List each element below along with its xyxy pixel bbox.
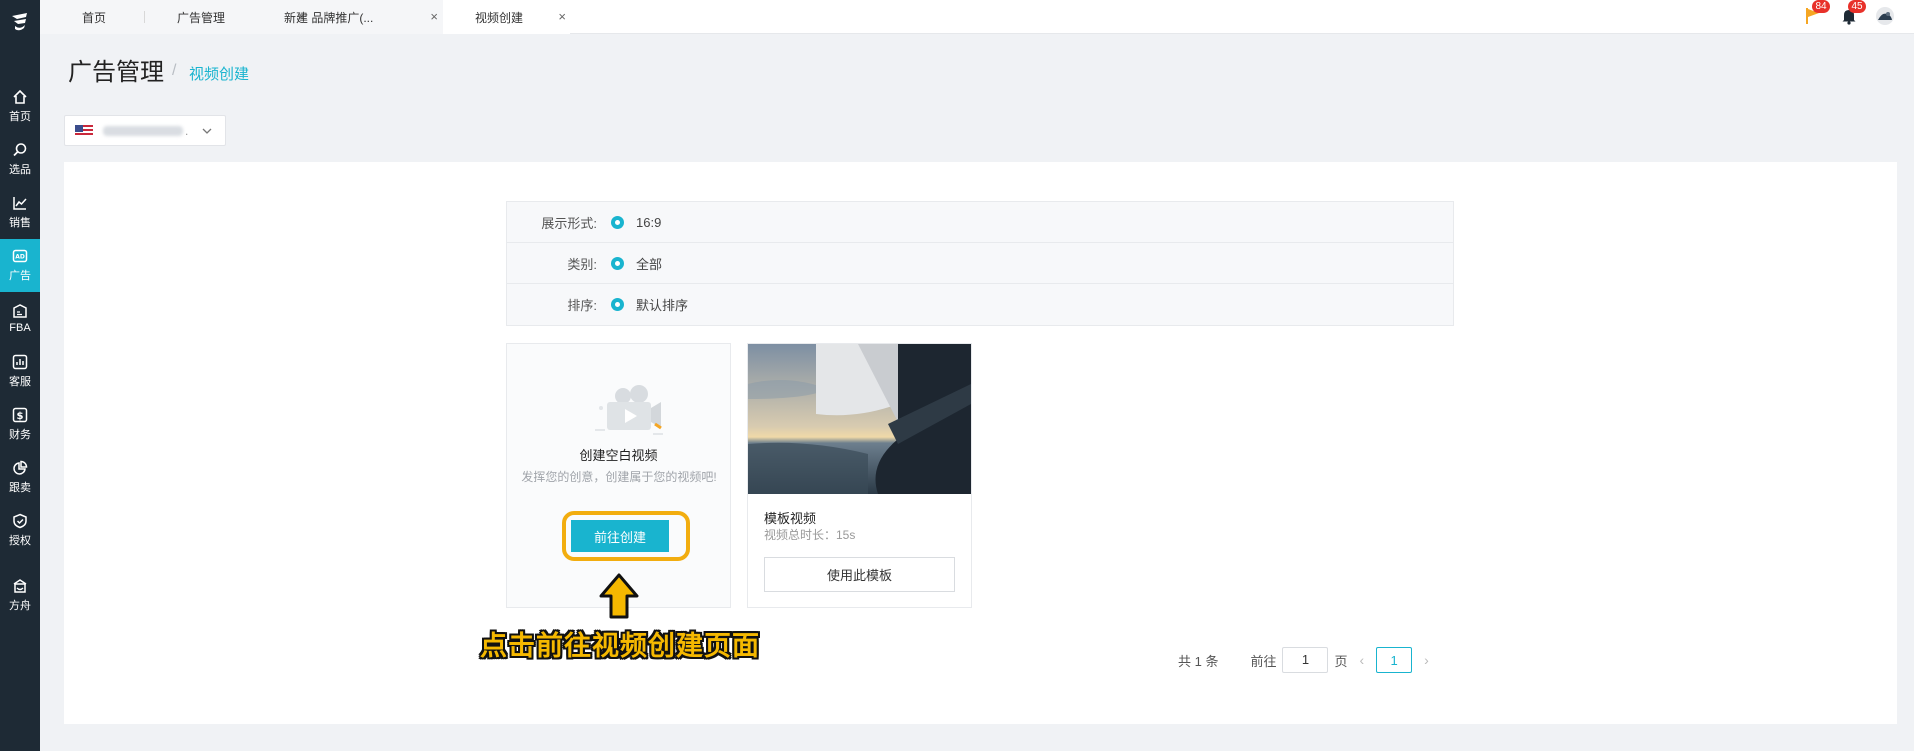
annotation-text: 点击前往视频创建页面 bbox=[480, 631, 760, 662]
bar-chart-icon bbox=[12, 354, 28, 370]
ad-icon: AD bbox=[12, 249, 28, 263]
filter-label: 展示形式: bbox=[541, 215, 597, 231]
template-card-duration: 视频总时长：15s bbox=[764, 528, 856, 542]
filter-value[interactable]: 16:9 bbox=[636, 215, 661, 230]
sidebar-item-ads[interactable]: AD 广告 bbox=[0, 239, 40, 292]
sidebar-item-label: 授权 bbox=[9, 535, 31, 547]
blank-card-description: 发挥您的创意，创建属于您的视频吧! bbox=[521, 470, 717, 484]
tab-bar: 首页 广告管理 × 新建 品牌推广(... × 视频创建 × 84 45 bbox=[40, 0, 1914, 34]
header-actions: 84 45 bbox=[1802, 0, 1896, 28]
template-card-title: 模板视频 bbox=[764, 511, 817, 526]
filter-box: 展示形式: 16:9 类别: 全部 排序: 默认排序 bbox=[506, 201, 1454, 326]
tab-label: 新建 品牌推广(... bbox=[284, 10, 374, 25]
app-logo[interactable] bbox=[0, 0, 40, 42]
flag-notification[interactable]: 84 bbox=[1802, 0, 1830, 28]
template-thumbnail[interactable] bbox=[748, 344, 971, 494]
blank-video-card: 创建空白视频 发挥您的创意，创建属于您的视频吧! 前往创建 bbox=[506, 343, 731, 608]
radio-sort-default[interactable] bbox=[611, 298, 624, 311]
breadcrumb-current[interactable]: 视频创建 bbox=[189, 63, 249, 84]
store-select[interactable]: . bbox=[64, 115, 226, 146]
radio-display-16-9[interactable] bbox=[611, 215, 624, 229]
filter-row-display: 展示形式: 16:9 bbox=[507, 202, 1453, 243]
prev-page-icon[interactable]: ‹ bbox=[1360, 652, 1365, 668]
us-flag-icon bbox=[75, 124, 93, 137]
filter-value[interactable]: 默认排序 bbox=[636, 295, 688, 314]
filter-label: 排序: bbox=[567, 298, 597, 313]
pagination-goto-label: 前往 bbox=[1250, 653, 1277, 669]
bell-badge: 45 bbox=[1848, 0, 1866, 13]
shield-icon bbox=[13, 513, 27, 529]
sidebar-item-service[interactable]: 客服 bbox=[0, 345, 40, 398]
chart-line-icon bbox=[13, 197, 27, 210]
template-video-card: 模板视频 视频总时长：15s 使用此模板 bbox=[747, 343, 972, 608]
svg-text:AD: AD bbox=[15, 254, 25, 261]
pagination: 共 1 条 前往 1 页 ‹ 1 › bbox=[1178, 647, 1441, 673]
avatar[interactable] bbox=[1874, 4, 1896, 28]
sidebar-item-auth[interactable]: 授权 bbox=[0, 504, 40, 557]
sidebar: 首页 选品 销售 AD 广告 FBA 客服 $ 财务 跟卖 授权 方舟 bbox=[0, 0, 40, 751]
radio-category-all[interactable] bbox=[611, 256, 624, 270]
sidebar-item-label: 广告 bbox=[9, 270, 31, 282]
sidebar-item-label: 首页 bbox=[9, 111, 31, 123]
video-camera-illustration-icon bbox=[595, 385, 663, 435]
search-icon bbox=[13, 143, 27, 157]
filter-label: 类别: bbox=[567, 256, 597, 272]
sidebar-item-label: FBA bbox=[9, 322, 31, 334]
pagination-page-unit: 页 bbox=[1334, 653, 1348, 669]
sidebar-item-label: 客服 bbox=[9, 376, 31, 388]
close-icon[interactable]: × bbox=[430, 10, 438, 23]
sidebar-item-sales[interactable]: 销售 bbox=[0, 186, 40, 239]
sidebar-item-fba[interactable]: FBA bbox=[0, 292, 40, 345]
sidebar-item-finance[interactable]: $ 财务 bbox=[0, 398, 40, 451]
pagination-total: 共 1 条 bbox=[1178, 653, 1219, 669]
blank-card-title: 创建空白视频 bbox=[579, 448, 658, 463]
sidebar-item-follow-sell[interactable]: 跟卖 bbox=[0, 451, 40, 504]
home-icon bbox=[13, 89, 27, 104]
flag-badge: 84 bbox=[1812, 0, 1830, 13]
svg-text:$: $ bbox=[17, 411, 24, 422]
tab-video-create[interactable]: 视频创建 × bbox=[443, 0, 570, 34]
next-page-icon[interactable]: › bbox=[1424, 652, 1429, 668]
tab-label: 首页 bbox=[82, 10, 107, 25]
fba-icon bbox=[13, 304, 27, 318]
user-avatar-icon bbox=[1876, 7, 1894, 25]
page-number-current[interactable]: 1 bbox=[1376, 647, 1413, 673]
chevron-down-icon bbox=[202, 128, 212, 134]
sidebar-item-home[interactable]: 首页 bbox=[0, 80, 40, 133]
tab-label: 视频创建 bbox=[475, 10, 524, 25]
dollar-icon: $ bbox=[12, 407, 28, 423]
bell-notification[interactable]: 45 bbox=[1838, 0, 1866, 28]
store-name-blurred bbox=[103, 125, 183, 136]
sidebar-item-ark[interactable]: 方舟 bbox=[0, 569, 40, 622]
page-title: 广告管理 bbox=[68, 59, 164, 86]
use-template-button[interactable]: 使用此模板 bbox=[764, 557, 955, 592]
close-icon[interactable]: × bbox=[558, 10, 566, 23]
logo-icon bbox=[12, 13, 27, 31]
pie-chart-icon bbox=[13, 460, 28, 475]
arrow-up-annotation-icon bbox=[599, 573, 639, 619]
store-name-ellipsis: . bbox=[185, 123, 189, 138]
page-jump-input[interactable]: 1 bbox=[1282, 647, 1329, 673]
ark-icon bbox=[13, 579, 27, 593]
sidebar-item-label: 销售 bbox=[9, 217, 31, 229]
filter-value[interactable]: 全部 bbox=[636, 254, 662, 273]
breadcrumb-separator: / bbox=[172, 62, 177, 79]
filter-row-category: 类别: 全部 bbox=[507, 243, 1453, 284]
sidebar-item-label: 方舟 bbox=[9, 600, 31, 612]
sidebar-item-label: 跟卖 bbox=[9, 482, 31, 494]
sidebar-item-label: 财务 bbox=[9, 429, 31, 441]
tab-label: 广告管理 bbox=[177, 10, 226, 25]
sidebar-item-label: 选品 bbox=[9, 164, 31, 176]
sailboat-image bbox=[748, 344, 971, 494]
sidebar-item-selection[interactable]: 选品 bbox=[0, 133, 40, 186]
tab-new-brand-promo[interactable]: 新建 品牌推广(... × bbox=[284, 0, 442, 34]
filter-row-sort: 排序: 默认排序 bbox=[507, 284, 1453, 325]
go-create-button[interactable]: 前往创建 bbox=[571, 520, 669, 552]
tab-home[interactable]: 首页 bbox=[82, 0, 106, 34]
